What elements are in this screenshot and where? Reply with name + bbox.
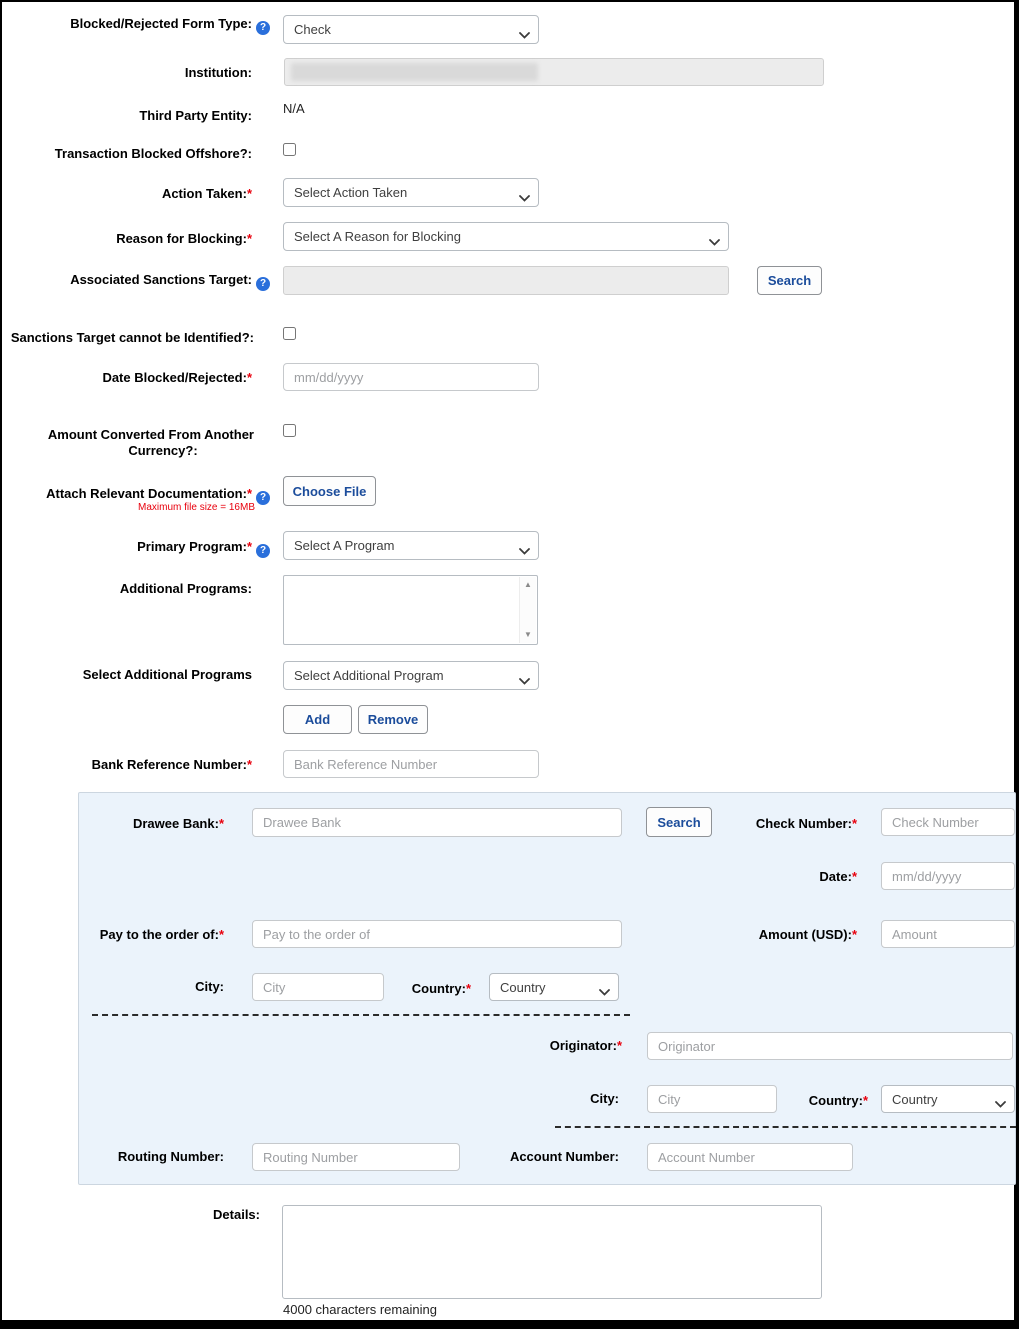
amount-usd-label: Amount (USD):*	[602, 927, 857, 943]
required-marker: *	[247, 539, 252, 554]
drawee-bank-input[interactable]	[252, 808, 622, 837]
scroll-down-icon[interactable]: ▼	[520, 627, 536, 643]
required-marker: *	[219, 927, 224, 942]
third-party-entity-value: N/A	[283, 101, 305, 117]
help-icon[interactable]: ?	[256, 277, 270, 291]
scroll-up-icon[interactable]: ▲	[520, 577, 536, 593]
amount-usd-input[interactable]	[881, 920, 1015, 948]
blocked-offshore-label: Transaction Blocked Offshore?:	[2, 146, 252, 162]
required-marker: *	[852, 927, 857, 942]
additional-programs-listbox[interactable]: ▲ ▼	[283, 575, 538, 645]
associated-sanctions-target-label: Associated Sanctions Target:?	[2, 272, 270, 291]
details-label: Details:	[2, 1207, 260, 1223]
required-marker: *	[247, 186, 252, 201]
originator-input[interactable]	[647, 1032, 1013, 1060]
institution-label: Institution:	[2, 65, 252, 81]
chevron-down-icon	[709, 234, 720, 249]
primary-program-select[interactable]: Select A Program	[283, 531, 539, 560]
originator-country-label: Country:*	[732, 1093, 868, 1109]
required-marker: *	[247, 486, 252, 501]
remove-button[interactable]: Remove	[358, 705, 428, 734]
primary-program-label: Primary Program:*?	[2, 539, 270, 558]
required-marker: *	[852, 816, 857, 831]
date-blocked-rejected-input[interactable]	[283, 363, 539, 391]
additional-programs-label: Additional Programs:	[2, 581, 252, 597]
payee-country-select[interactable]: Country	[489, 973, 619, 1001]
section-divider	[555, 1126, 1016, 1128]
originator-city-label: City:	[402, 1091, 619, 1107]
details-textarea[interactable]	[282, 1205, 822, 1299]
required-marker: *	[247, 757, 252, 772]
sanctions-target-not-identified-checkbox[interactable]	[283, 327, 296, 340]
check-date-input[interactable]	[881, 862, 1015, 890]
chevron-down-icon	[599, 984, 610, 999]
originator-country-select[interactable]: Country	[881, 1085, 1015, 1113]
required-marker: *	[247, 370, 252, 385]
action-taken-select[interactable]: Select Action Taken	[283, 178, 539, 207]
payee-country-label: Country:*	[332, 981, 471, 997]
chevron-down-icon	[995, 1096, 1006, 1111]
routing-number-label: Routing Number:	[2, 1149, 224, 1165]
third-party-entity-label: Third Party Entity:	[2, 108, 252, 124]
account-number-input[interactable]	[647, 1143, 853, 1171]
required-marker: *	[863, 1093, 868, 1108]
select-additional-programs-select[interactable]: Select Additional Program	[283, 661, 539, 690]
action-taken-selected: Select Action Taken	[294, 185, 407, 200]
select-additional-programs-selected: Select Additional Program	[294, 668, 444, 683]
account-number-label: Account Number:	[402, 1149, 619, 1165]
listbox-scrollbar[interactable]: ▲ ▼	[519, 577, 536, 643]
reason-for-blocking-selected: Select A Reason for Blocking	[294, 229, 461, 244]
section-divider	[92, 1014, 630, 1016]
choose-file-button[interactable]: Choose File	[283, 476, 376, 506]
chevron-down-icon	[519, 673, 530, 688]
bank-reference-number-input[interactable]	[283, 750, 539, 778]
required-marker: *	[852, 869, 857, 884]
form-type-label: Blocked/Rejected Form Type:?	[2, 16, 270, 35]
required-marker: *	[466, 981, 471, 996]
help-icon[interactable]: ?	[256, 21, 270, 35]
check-number-input[interactable]	[881, 808, 1015, 836]
originator-label: Originator:*	[402, 1038, 622, 1054]
amount-converted-label: Amount Converted From Another Currency?:	[2, 427, 254, 459]
payee-city-label: City:	[2, 979, 224, 995]
select-additional-programs-label: Select Additional Programs	[2, 667, 252, 683]
associated-sanctions-target-field	[283, 266, 729, 295]
pay-to-order-label: Pay to the order of:*	[2, 927, 224, 943]
check-date-label: Date:*	[602, 869, 857, 885]
redacted-value	[291, 63, 538, 81]
payee-country-selected: Country	[500, 980, 546, 995]
reason-for-blocking-label: Reason for Blocking:*	[2, 231, 252, 247]
chevron-down-icon	[519, 190, 530, 205]
sanctions-target-not-identified-label: Sanctions Target cannot be Identified?:	[2, 330, 254, 346]
chevron-down-icon	[519, 27, 530, 42]
required-marker: *	[247, 231, 252, 246]
form-type-select[interactable]: Check	[283, 15, 539, 44]
date-blocked-rejected-label: Date Blocked/Rejected:*	[2, 370, 252, 386]
characters-remaining: 4000 characters remaining	[283, 1302, 437, 1317]
reason-for-blocking-select[interactable]: Select A Reason for Blocking	[283, 222, 729, 251]
add-button[interactable]: Add	[283, 705, 352, 734]
max-file-size-note: Maximum file size = 16MB	[2, 502, 255, 514]
check-number-label: Check Number:*	[602, 816, 857, 832]
sanctions-target-search-button[interactable]: Search	[757, 266, 822, 295]
blocked-offshore-checkbox[interactable]	[283, 143, 296, 156]
primary-program-selected: Select A Program	[294, 538, 394, 553]
drawee-bank-label: Drawee Bank:*	[2, 816, 224, 832]
institution-field	[284, 58, 824, 86]
required-marker: *	[617, 1038, 622, 1053]
required-marker: *	[219, 816, 224, 831]
form-type-selected: Check	[294, 22, 331, 37]
amount-converted-checkbox[interactable]	[283, 424, 296, 437]
bank-reference-number-label: Bank Reference Number:*	[2, 757, 252, 773]
blocked-rejected-transaction-form: Blocked/Rejected Form Type:? Check Insti…	[2, 2, 1014, 1320]
action-taken-label: Action Taken:*	[2, 186, 252, 202]
help-icon[interactable]: ?	[256, 544, 270, 558]
pay-to-order-input[interactable]	[252, 920, 622, 948]
help-icon[interactable]: ?	[256, 491, 270, 505]
chevron-down-icon	[519, 543, 530, 558]
originator-country-selected: Country	[892, 1092, 938, 1107]
